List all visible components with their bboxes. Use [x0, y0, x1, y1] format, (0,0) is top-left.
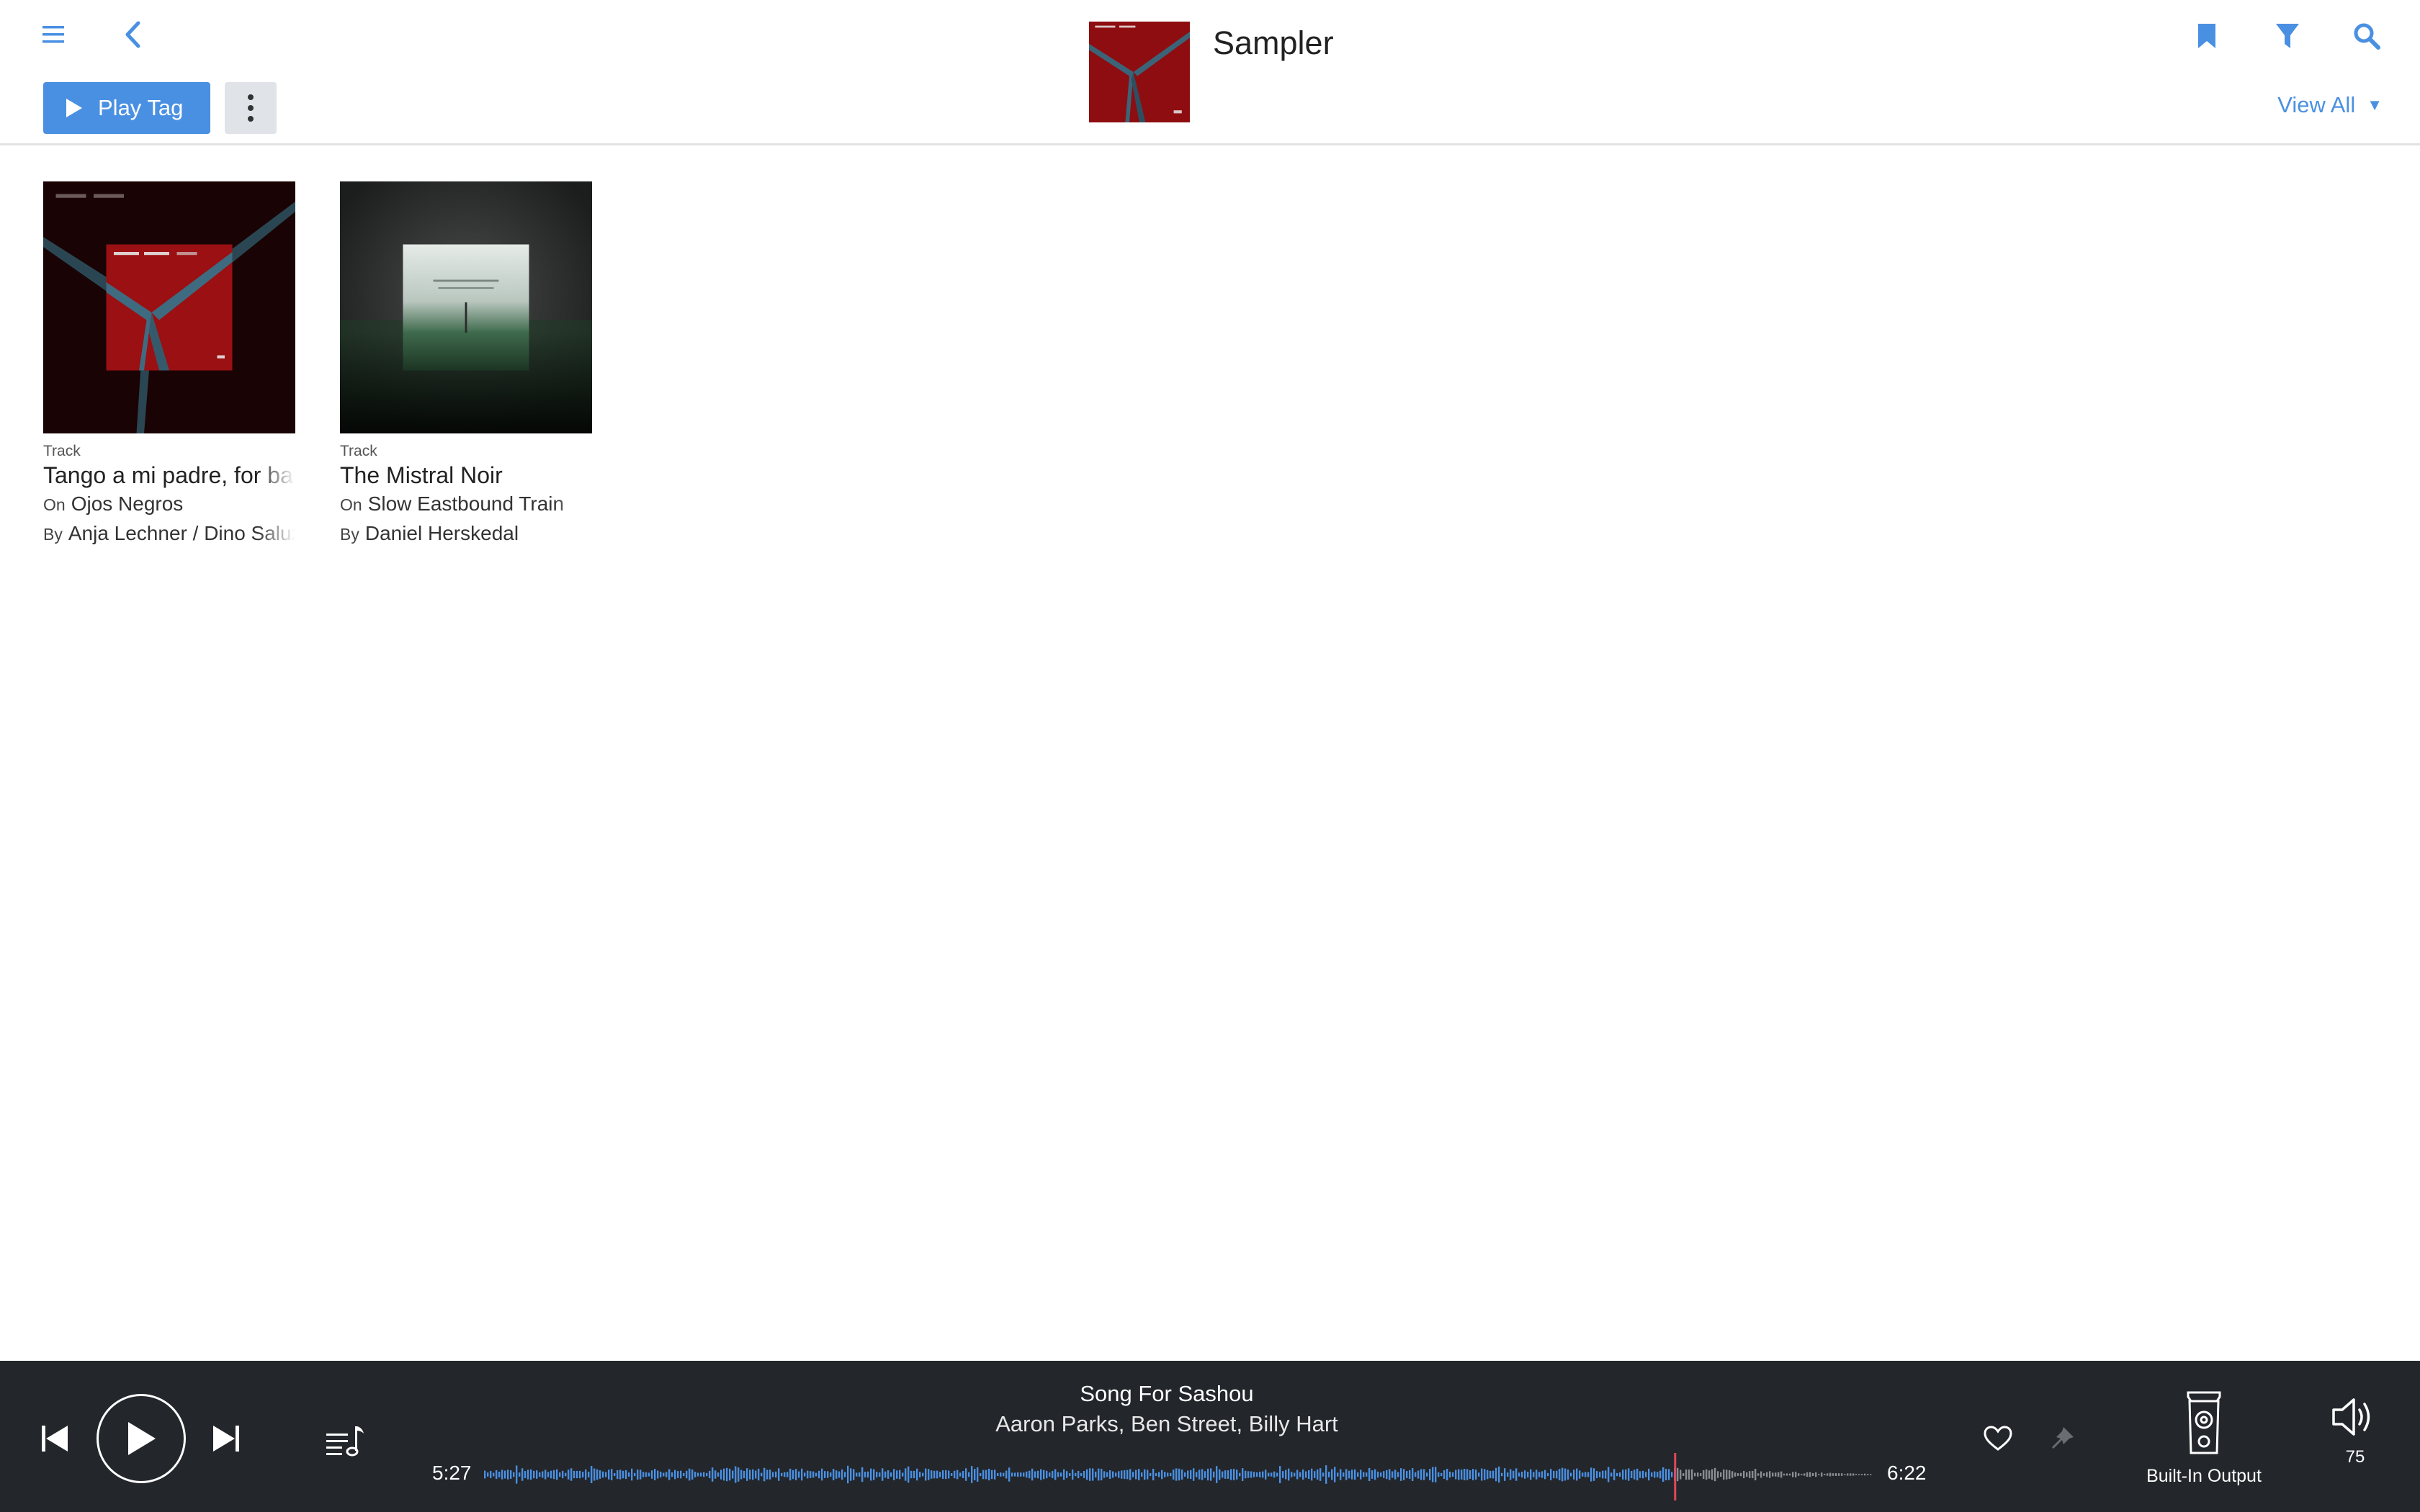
- view-all-dropdown[interactable]: View All ▼: [2277, 92, 2383, 118]
- artist-link[interactable]: Daniel Herskedal: [365, 522, 519, 544]
- album-art-slow-eastbound-train: [340, 181, 592, 433]
- track-card-type: Track: [43, 443, 81, 459]
- back-button[interactable]: [117, 17, 148, 52]
- filter-funnel-icon: [2276, 24, 2299, 48]
- track-grid: Track Tango a mi padre, for bandoneon On…: [43, 181, 592, 549]
- more-options-button[interactable]: [225, 82, 277, 134]
- chevron-down-icon: ▼: [2367, 96, 2383, 114]
- on-prefix: On: [340, 495, 362, 514]
- track-card-album-line: On Ojos Negros: [43, 490, 295, 519]
- heart-icon: [1984, 1426, 2012, 1451]
- tag-cover-art: [1089, 22, 1190, 122]
- playhead: [1674, 1453, 1677, 1500]
- track-card: Track Tango a mi padre, for bandoneon On…: [43, 181, 295, 549]
- ban-button[interactable]: [2047, 1421, 2079, 1456]
- filter-button[interactable]: [2270, 19, 2305, 53]
- audio-output-selector[interactable]: Built-In Output: [2133, 1391, 2275, 1499]
- album-art-ojos-negros: [43, 181, 295, 433]
- waveform-seekbar[interactable]: [484, 1449, 1873, 1500]
- album-link[interactable]: Slow Eastbound Train: [368, 492, 564, 515]
- search-icon: [2354, 23, 2380, 50]
- bookmark-icon: [2198, 24, 2215, 48]
- track-card-artist-line: By Anja Lechner / Dino Saluzzi: [43, 519, 295, 549]
- track-card-art[interactable]: [43, 181, 295, 433]
- play-tag-label: Play Tag: [98, 95, 184, 120]
- volume-icon: [2332, 1398, 2370, 1436]
- top-header: Play Tag Sampler View All ▼: [0, 0, 2420, 145]
- menu-button[interactable]: [37, 19, 69, 50]
- by-prefix: By: [340, 525, 359, 544]
- track-card-art[interactable]: [340, 181, 592, 433]
- track-card-title[interactable]: The Mistral Noir: [340, 461, 592, 490]
- on-prefix: On: [43, 495, 66, 514]
- track-card-album-line: On Slow Eastbound Train: [340, 490, 592, 519]
- page-title: Sampler: [1213, 24, 1334, 61]
- volume-control[interactable]: 75: [2331, 1397, 2380, 1490]
- bookmark-button[interactable]: [2192, 19, 2221, 53]
- more-vertical-icon: [248, 94, 254, 122]
- chevron-left-icon: [125, 21, 140, 48]
- track-card: Track The Mistral Noir On Slow Eastbound …: [340, 181, 592, 549]
- play-tag-button[interactable]: Play Tag: [43, 82, 210, 134]
- player-bar: Song For Sashou Aaron Parks, Ben Street,…: [0, 1361, 2420, 1512]
- play-icon: [66, 99, 82, 117]
- track-card-title[interactable]: Tango a mi padre, for bandoneon: [43, 461, 295, 490]
- artist-link[interactable]: Anja Lechner / Dino Saluzzi: [68, 522, 295, 544]
- speaker-device-icon: [2187, 1391, 2221, 1454]
- by-prefix: By: [43, 525, 63, 544]
- track-card-type: Track: [340, 443, 377, 459]
- total-time: 6:22: [1887, 1462, 1927, 1484]
- now-playing-title[interactable]: Song For Sashou: [0, 1380, 2334, 1408]
- hamburger-menu-icon: [42, 26, 64, 43]
- search-button[interactable]: [2349, 19, 2384, 53]
- track-card-artist-line: By Daniel Herskedal: [340, 519, 592, 549]
- love-button[interactable]: [1981, 1421, 2015, 1456]
- album-link[interactable]: Ojos Negros: [71, 492, 184, 515]
- elapsed-time: 5:27: [432, 1462, 472, 1484]
- volume-level: 75: [2345, 1447, 2365, 1467]
- ban-pin-icon: [2052, 1427, 2074, 1449]
- view-all-label: View All: [2277, 92, 2356, 117]
- album-art-ojos-negros: [1089, 22, 1190, 122]
- output-label: Built-In Output: [2146, 1466, 2262, 1486]
